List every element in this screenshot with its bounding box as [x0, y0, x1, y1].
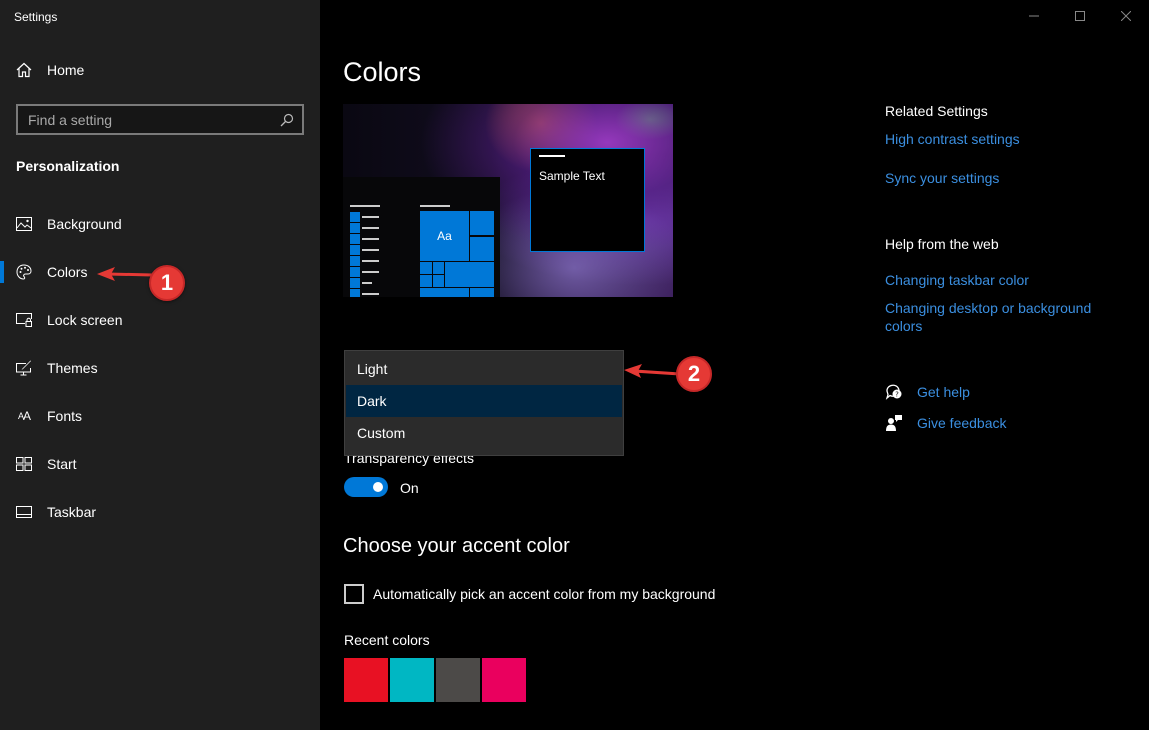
search-input[interactable] — [28, 111, 268, 128]
start-icon — [16, 456, 32, 472]
get-help-label: Get help — [917, 384, 970, 400]
home-nav-item[interactable]: Home — [16, 62, 84, 78]
themes-icon — [16, 360, 32, 376]
preview-sample-text: Sample Text — [539, 169, 605, 183]
feedback-icon — [886, 415, 902, 431]
color-swatch[interactable] — [482, 658, 526, 702]
theme-preview: Aa Sample Text — [343, 104, 673, 297]
high-contrast-link[interactable]: High contrast settings — [885, 130, 1115, 148]
color-swatch[interactable] — [436, 658, 480, 702]
palette-icon — [16, 264, 32, 280]
minimize-icon — [1029, 15, 1039, 17]
fonts-icon: AA — [17, 409, 31, 423]
section-title: Personalization — [16, 158, 120, 174]
dropdown-option-custom[interactable]: Custom — [346, 417, 622, 449]
preview-window: Sample Text — [530, 148, 645, 252]
home-icon — [16, 62, 32, 78]
give-feedback-label: Give feedback — [917, 415, 1007, 431]
sidebar-item-label: Fonts — [47, 408, 83, 424]
tile-text: Aa — [437, 229, 452, 243]
picture-icon — [16, 216, 32, 232]
lock-screen-icon — [16, 312, 32, 328]
main-content: Colors Aa Sample Text Light Dark Custom … — [320, 0, 1149, 730]
color-swatch[interactable] — [344, 658, 388, 702]
sidebar-nav: Background Colors Lock screen Themes AA … — [0, 200, 320, 536]
transparency-toggle[interactable] — [344, 477, 388, 497]
sidebar-item-label: Themes — [47, 360, 98, 376]
auto-pick-accent-checkbox-row[interactable]: Automatically pick an accent color from … — [344, 584, 715, 604]
sidebar: Settings Home Personalization Background… — [0, 0, 320, 730]
sidebar-item-taskbar[interactable]: Taskbar — [0, 488, 320, 536]
color-swatch[interactable] — [390, 658, 434, 702]
related-settings-heading: Related Settings — [885, 103, 988, 119]
sidebar-item-label: Lock screen — [47, 312, 123, 328]
auto-pick-accent-label: Automatically pick an accent color from … — [373, 586, 716, 602]
sidebar-item-fonts[interactable]: AA Fonts — [0, 392, 320, 440]
search-box[interactable] — [16, 104, 304, 135]
maximize-icon — [1075, 11, 1085, 21]
taskbar-color-help-link[interactable]: Changing taskbar color — [885, 271, 1115, 289]
close-button[interactable] — [1103, 0, 1149, 32]
recent-colors-label: Recent colors — [344, 632, 430, 648]
sidebar-item-label: Start — [47, 456, 77, 472]
home-label: Home — [47, 62, 85, 78]
help-heading: Help from the web — [885, 236, 999, 252]
annotation-badge-2: 2 — [676, 356, 712, 392]
sidebar-item-background[interactable]: Background — [0, 200, 320, 248]
recent-colors — [344, 658, 528, 702]
accent-heading: Choose your accent color — [343, 535, 570, 557]
sync-settings-link[interactable]: Sync your settings — [885, 169, 1115, 187]
app-mode-dropdown[interactable]: Light Dark Custom — [344, 350, 624, 456]
sidebar-item-label: Colors — [47, 264, 88, 280]
preview-app-list — [350, 205, 380, 297]
minimize-button[interactable] — [1011, 0, 1057, 32]
sidebar-item-lock-screen[interactable]: Lock screen — [0, 296, 320, 344]
transparency-state: On — [400, 480, 419, 496]
app-title: Settings — [14, 10, 58, 24]
svg-text:?: ? — [895, 391, 899, 399]
preview-tile-large: Aa — [420, 211, 469, 261]
search-icon[interactable] — [280, 113, 294, 127]
get-help-icon: ? — [885, 384, 902, 400]
sidebar-item-label: Taskbar — [47, 504, 97, 520]
sidebar-item-themes[interactable]: Themes — [0, 344, 320, 392]
dropdown-option-light[interactable]: Light — [346, 353, 622, 385]
taskbar-icon — [16, 504, 32, 520]
get-help-link[interactable]: ? Get help — [885, 383, 970, 401]
desktop-color-help-link[interactable]: Changing desktop or background colors — [885, 299, 1115, 335]
sidebar-item-label: Background — [47, 216, 122, 232]
maximize-button[interactable] — [1057, 0, 1103, 32]
annotation-arrow-1 — [97, 267, 154, 281]
auto-pick-accent-checkbox[interactable] — [344, 584, 364, 604]
dropdown-option-dark[interactable]: Dark — [346, 385, 622, 417]
window-controls — [1011, 0, 1149, 32]
annotation-arrow-2 — [624, 364, 681, 378]
page-title: Colors — [343, 57, 422, 87]
annotation-badge-1: 1 — [149, 265, 185, 301]
toggle-knob — [373, 482, 383, 492]
preview-start-menu: Aa — [343, 177, 500, 297]
preview-tiles: Aa — [420, 205, 494, 297]
close-icon — [1121, 11, 1131, 21]
settings-window: Settings Home Personalization Background… — [0, 0, 1149, 730]
sidebar-item-start[interactable]: Start — [0, 440, 320, 488]
give-feedback-link[interactable]: Give feedback — [885, 414, 1007, 432]
